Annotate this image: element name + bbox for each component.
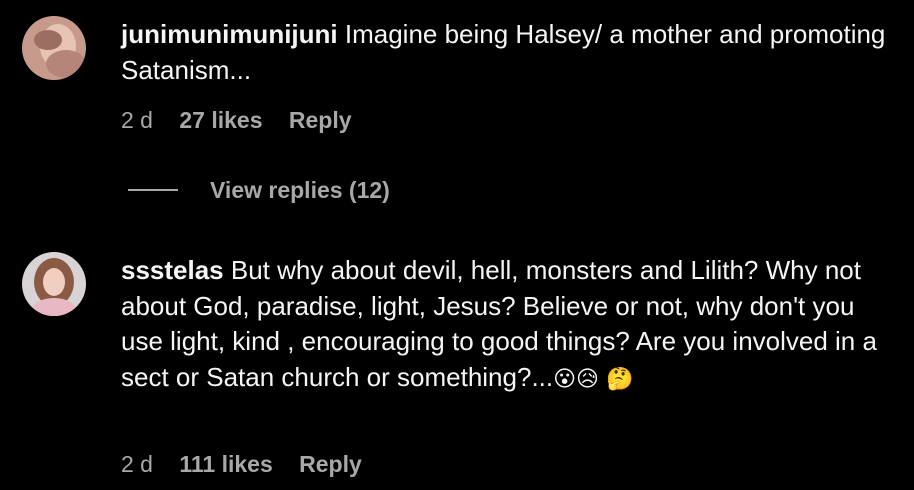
view-replies-row[interactable]: View replies (12) <box>128 174 390 206</box>
reply-button[interactable]: Reply <box>289 107 352 133</box>
comment-body: But why about devil, hell, monsters and … <box>121 255 877 392</box>
user-avatar-icon <box>22 252 86 316</box>
view-replies-button[interactable]: View replies (12) <box>210 177 390 204</box>
emoji-group: 😮😥 🤔 <box>553 366 634 392</box>
likes-count[interactable]: 27 likes <box>179 107 262 133</box>
comment-time: 2 d <box>121 451 153 477</box>
reply-button[interactable]: Reply <box>299 451 362 477</box>
comment-time: 2 d <box>121 107 153 133</box>
divider-line <box>128 189 178 191</box>
avatar[interactable] <box>22 16 86 80</box>
comment-meta: 2 d 27 likes Reply <box>121 107 372 134</box>
comment-meta: 2 d 111 likes Reply <box>121 451 382 478</box>
comment-text: junimunimunijuni Imagine being Halsey/ a… <box>121 17 901 88</box>
avatar[interactable] <box>22 252 86 316</box>
likes-count[interactable]: 111 likes <box>179 451 272 477</box>
comment-text: ssstelas But why about devil, hell, mons… <box>121 253 901 397</box>
comment-username[interactable]: ssstelas <box>121 255 224 285</box>
comment-username[interactable]: junimunimunijuni <box>121 19 338 49</box>
user-avatar-icon <box>22 16 86 80</box>
